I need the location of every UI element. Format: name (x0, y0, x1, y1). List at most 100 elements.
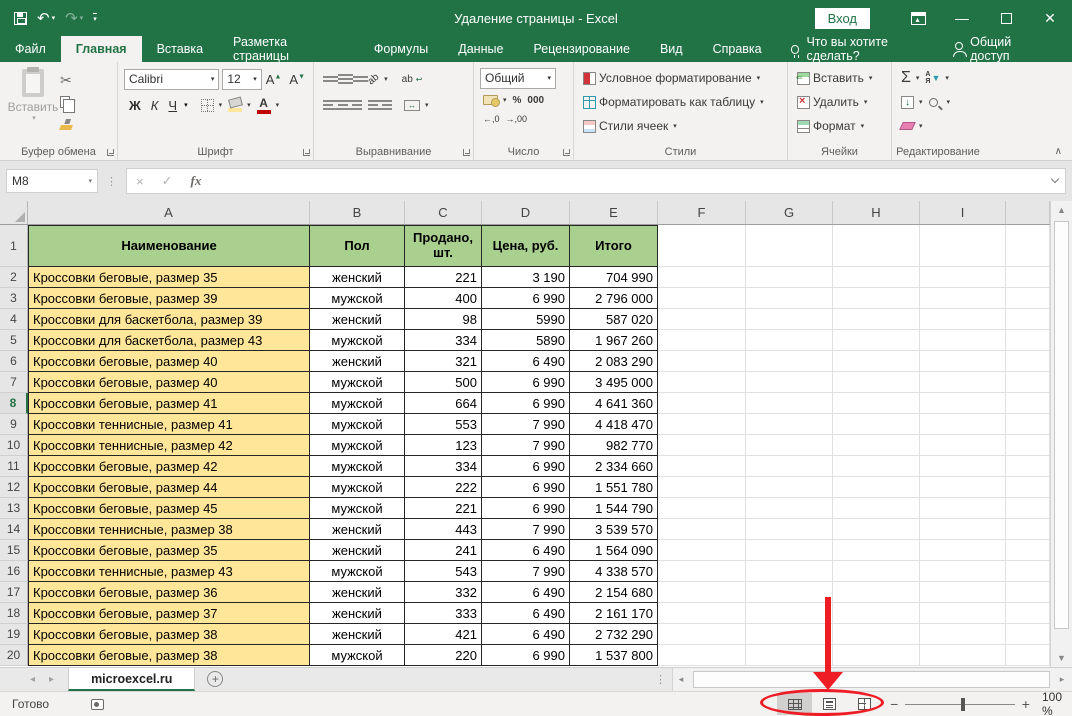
name-cell[interactable]: Кроссовки беговые, размер 36 (28, 582, 310, 603)
vertical-scrollbar[interactable]: ▲ ▼ (1050, 201, 1072, 667)
empty-cell[interactable] (746, 498, 833, 519)
vertical-scroll-thumb[interactable] (1054, 221, 1069, 629)
cut-button[interactable]: ✂ (60, 72, 76, 88)
align-right-button[interactable] (350, 100, 365, 110)
price-cell[interactable]: 6 490 (482, 624, 570, 645)
cell-styles-button[interactable]: Стили ячеек▾ (580, 118, 680, 134)
price-cell[interactable]: 6 990 (482, 393, 570, 414)
empty-cell[interactable] (1006, 414, 1050, 435)
name-cell[interactable]: Кроссовки для баскетбола, размер 43 (28, 330, 310, 351)
total-cell[interactable]: 982 770 (570, 435, 658, 456)
gender-cell[interactable]: женский (310, 351, 405, 372)
empty-cell[interactable] (658, 540, 746, 561)
row-number[interactable]: 3 (0, 288, 28, 309)
qty-cell[interactable]: 220 (405, 645, 482, 666)
merge-center-button[interactable]: ↔▾ (401, 99, 432, 112)
qty-cell[interactable]: 222 (405, 477, 482, 498)
qty-cell[interactable]: 221 (405, 267, 482, 288)
empty-cell[interactable] (1006, 330, 1050, 351)
row-number[interactable]: 12 (0, 477, 28, 498)
gender-cell[interactable]: женский (310, 582, 405, 603)
underline-button[interactable]: Ч (163, 98, 182, 113)
empty-cell[interactable] (833, 477, 920, 498)
decrease-font-button[interactable]: A▼ (285, 72, 309, 87)
select-all-corner[interactable] (0, 201, 28, 224)
empty-cell[interactable] (833, 645, 920, 666)
wrap-text-button[interactable]: ab↩ (399, 73, 426, 86)
name-cell[interactable]: Кроссовки для баскетбола, размер 39 (28, 309, 310, 330)
empty-cell[interactable] (920, 435, 1006, 456)
empty-cell[interactable] (658, 519, 746, 540)
cell-a1[interactable]: Наименование (28, 225, 310, 267)
price-cell[interactable]: 7 990 (482, 435, 570, 456)
empty-cell[interactable] (920, 498, 1006, 519)
gender-cell[interactable]: мужской (310, 393, 405, 414)
increase-decimal-button[interactable]: ←,0 (480, 113, 503, 125)
total-cell[interactable]: 4 641 360 (570, 393, 658, 414)
empty-cell[interactable] (746, 330, 833, 351)
empty-cell[interactable] (1006, 351, 1050, 372)
number-dialog-launcher-icon[interactable] (563, 149, 570, 156)
qty-cell[interactable]: 123 (405, 435, 482, 456)
zoom-in-button[interactable]: + (1020, 696, 1032, 712)
gender-cell[interactable]: мужской (310, 330, 405, 351)
empty-cell[interactable] (746, 225, 833, 267)
total-cell[interactable]: 2 154 680 (570, 582, 658, 603)
accounting-format-button[interactable]: ▾ (480, 94, 510, 106)
horizontal-scroll-thumb[interactable] (693, 671, 1050, 688)
empty-cell[interactable] (833, 309, 920, 330)
price-cell[interactable]: 6 490 (482, 540, 570, 561)
row-number[interactable]: 2 (0, 267, 28, 288)
name-cell[interactable]: Кроссовки беговые, размер 40 (28, 372, 310, 393)
clear-button[interactable]: ▾ (898, 121, 926, 131)
row-number[interactable]: 16 (0, 561, 28, 582)
horizontal-scrollbar[interactable]: ◂ ▸ (672, 668, 1072, 691)
row-number[interactable]: 8 (0, 393, 28, 414)
gender-cell[interactable]: женский (310, 603, 405, 624)
name-box[interactable]: M8▾ (6, 169, 98, 193)
empty-cell[interactable] (1006, 519, 1050, 540)
empty-cell[interactable] (833, 519, 920, 540)
price-cell[interactable]: 6 990 (482, 645, 570, 666)
empty-cell[interactable] (746, 540, 833, 561)
gender-cell[interactable]: женский (310, 540, 405, 561)
gender-cell[interactable]: мужской (310, 435, 405, 456)
total-cell[interactable]: 4 418 470 (570, 414, 658, 435)
empty-cell[interactable] (746, 603, 833, 624)
total-cell[interactable]: 2 334 660 (570, 456, 658, 477)
empty-cell[interactable] (1006, 372, 1050, 393)
empty-cell[interactable] (920, 582, 1006, 603)
name-cell[interactable]: Кроссовки теннисные, размер 42 (28, 435, 310, 456)
row-number[interactable]: 5 (0, 330, 28, 351)
empty-cell[interactable] (1006, 477, 1050, 498)
column-header[interactable] (1006, 201, 1050, 224)
total-cell[interactable]: 3 495 000 (570, 372, 658, 393)
qty-cell[interactable]: 321 (405, 351, 482, 372)
qty-cell[interactable]: 500 (405, 372, 482, 393)
ribbon-tab[interactable]: Данные (443, 36, 518, 62)
total-cell[interactable]: 1 537 800 (570, 645, 658, 666)
price-cell[interactable]: 3 190 (482, 267, 570, 288)
gender-cell[interactable]: мужской (310, 456, 405, 477)
name-cell[interactable]: Кроссовки беговые, размер 42 (28, 456, 310, 477)
ribbon-tab[interactable]: Справка (698, 36, 777, 62)
empty-cell[interactable] (920, 393, 1006, 414)
empty-cell[interactable] (746, 393, 833, 414)
empty-cell[interactable] (658, 267, 746, 288)
name-cell[interactable]: Кроссовки теннисные, размер 38 (28, 519, 310, 540)
gender-cell[interactable]: женский (310, 624, 405, 645)
empty-cell[interactable] (833, 267, 920, 288)
empty-cell[interactable] (1006, 540, 1050, 561)
empty-cell[interactable] (1006, 435, 1050, 456)
tell-me-box[interactable]: Что вы хотите сделать? (777, 36, 956, 62)
percent-style-button[interactable]: % (510, 94, 525, 107)
empty-cell[interactable] (920, 288, 1006, 309)
undo-button[interactable]: ↶▾ (37, 9, 55, 27)
gender-cell[interactable]: мужской (310, 414, 405, 435)
empty-cell[interactable] (746, 582, 833, 603)
empty-cell[interactable] (658, 288, 746, 309)
row-number[interactable]: 20 (0, 645, 28, 666)
format-as-table-button[interactable]: Форматировать как таблицу▾ (580, 94, 767, 110)
price-cell[interactable]: 5990 (482, 309, 570, 330)
empty-cell[interactable] (920, 519, 1006, 540)
